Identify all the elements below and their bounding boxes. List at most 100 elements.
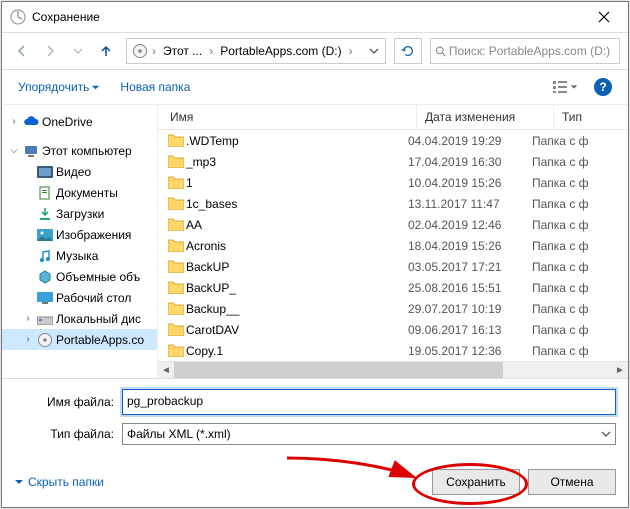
- tree-item-downloads[interactable]: Загрузки: [2, 203, 157, 224]
- view-options[interactable]: [550, 75, 580, 99]
- drive-icon: [131, 42, 149, 60]
- drive-icon: [37, 311, 53, 327]
- breadcrumb-segment[interactable]: PortableApps.com (D:): [216, 42, 345, 60]
- tree-item-images[interactable]: Изображения: [2, 224, 157, 245]
- scroll-right-icon[interactable]: ►: [612, 362, 628, 378]
- file-name: BackUP: [186, 260, 408, 274]
- file-type: Папка с ф: [532, 281, 589, 295]
- folder-icon: [168, 238, 186, 254]
- file-date: 09.06.2017 16:13: [408, 323, 532, 337]
- save-button[interactable]: Сохранить: [432, 469, 520, 495]
- chevron-right-icon: ›: [208, 44, 214, 58]
- file-name: 1: [186, 176, 408, 190]
- file-type: Папка с ф: [532, 302, 589, 316]
- refresh-button[interactable]: [394, 38, 422, 64]
- scroll-left-icon[interactable]: ◄: [158, 362, 174, 378]
- tree-item-desktop[interactable]: Рабочий стол: [2, 287, 157, 308]
- file-row[interactable]: _mp317.04.2019 16:30Папка с ф: [158, 151, 628, 172]
- tree-item-documents[interactable]: Документы: [2, 182, 157, 203]
- recent-dropdown[interactable]: [66, 39, 90, 63]
- file-type: Папка с ф: [532, 155, 589, 169]
- file-row[interactable]: BackUP03.05.2017 17:21Папка с ф: [158, 256, 628, 277]
- file-date: 18.04.2019 15:26: [408, 239, 532, 253]
- app-icon: [10, 9, 26, 25]
- search-box[interactable]: [430, 38, 620, 64]
- file-type: Папка с ф: [532, 218, 589, 232]
- organize-label: Упорядочить: [18, 80, 89, 94]
- tree-item-local-disk[interactable]: ›Локальный дис: [2, 308, 157, 329]
- file-row[interactable]: 1c_bases13.11.2017 11:47Папка с ф: [158, 193, 628, 214]
- close-button[interactable]: [582, 2, 626, 32]
- col-name[interactable]: Имя: [162, 105, 417, 129]
- file-type: Папка с ф: [532, 323, 589, 337]
- file-date: 03.05.2017 17:21: [408, 260, 532, 274]
- tree-item-onedrive[interactable]: ›OneDrive: [2, 111, 157, 132]
- file-name: _mp3: [186, 155, 408, 169]
- file-name: .WDTemp: [186, 134, 408, 148]
- tree-item-portableapps[interactable]: ›PortableApps.co: [2, 329, 157, 350]
- col-date[interactable]: Дата изменения: [417, 105, 554, 129]
- file-row[interactable]: CarotDAV09.06.2017 16:13Папка с ф: [158, 319, 628, 340]
- col-type[interactable]: Тип: [554, 105, 628, 129]
- file-name: AA: [186, 218, 408, 232]
- folder-icon: [168, 196, 186, 212]
- filename-input[interactable]: [123, 390, 615, 412]
- help-button[interactable]: ?: [588, 75, 618, 99]
- drive-icon: [37, 332, 53, 348]
- chevron-down-icon[interactable]: [369, 46, 381, 56]
- chevron-down-icon: [14, 477, 24, 487]
- music-icon: [37, 248, 53, 264]
- up-button[interactable]: [94, 39, 118, 63]
- folder-icon: [168, 154, 186, 170]
- organize-menu[interactable]: Упорядочить: [12, 77, 106, 97]
- folder-icon: [168, 322, 186, 338]
- tree-item-music[interactable]: Музыка: [2, 245, 157, 266]
- forward-button[interactable]: [38, 39, 62, 63]
- tree-item-video[interactable]: Видео: [2, 161, 157, 182]
- hide-folders-toggle[interactable]: Скрыть папки: [14, 475, 104, 489]
- file-row[interactable]: Backup__29.07.2017 10:19Папка с ф: [158, 298, 628, 319]
- folder-icon: [168, 175, 186, 191]
- file-date: 04.04.2019 19:29: [408, 134, 532, 148]
- chevron-down-icon: [601, 429, 611, 439]
- search-input[interactable]: [447, 43, 615, 59]
- file-row[interactable]: 110.04.2019 15:26Папка с ф: [158, 172, 628, 193]
- horizontal-scrollbar[interactable]: ◄ ►: [158, 361, 628, 378]
- titlebar: Сохранение: [2, 2, 628, 32]
- new-folder-button[interactable]: Новая папка: [114, 77, 196, 97]
- scrollbar-thumb[interactable]: [174, 362, 503, 378]
- breadcrumb[interactable]: › Этот ... › PortableApps.com (D:) ›: [126, 38, 386, 64]
- breadcrumb-segment[interactable]: Этот ...: [159, 42, 206, 60]
- button-row: Скрыть папки Сохранить Отмена: [2, 463, 628, 507]
- toolbar: Упорядочить Новая папка ?: [2, 70, 628, 105]
- file-date: 19.05.2017 12:36: [408, 344, 532, 358]
- file-row[interactable]: AA02.04.2019 12:46Папка с ф: [158, 214, 628, 235]
- navigation-tree: ›OneDrive ⌵Этот компьютер Видео Документ…: [2, 105, 158, 378]
- window-title: Сохранение: [32, 10, 582, 24]
- cube-icon: [37, 269, 53, 285]
- tree-item-3d-objects[interactable]: Объемные объ: [2, 266, 157, 287]
- video-icon: [37, 164, 53, 180]
- file-date: 13.11.2017 11:47: [408, 197, 532, 211]
- filetype-select[interactable]: Файлы XML (*.xml): [122, 423, 616, 445]
- back-button[interactable]: [10, 39, 34, 63]
- folder-icon: [168, 133, 186, 149]
- search-icon: [435, 45, 447, 58]
- desktop-icon: [37, 290, 53, 306]
- file-type: Папка с ф: [532, 134, 589, 148]
- file-row[interactable]: Copy.119.05.2017 12:36Папка с ф: [158, 340, 628, 361]
- file-row[interactable]: .WDTemp04.04.2019 19:29Папка с ф: [158, 130, 628, 151]
- file-date: 17.04.2019 16:30: [408, 155, 532, 169]
- file-row[interactable]: Acronis18.04.2019 15:26Папка с ф: [158, 235, 628, 256]
- form-area: Имя файла: Тип файла: Файлы XML (*.xml): [2, 378, 628, 463]
- file-name: Backup__: [186, 302, 408, 316]
- tree-item-this-pc[interactable]: ⌵Этот компьютер: [2, 140, 157, 161]
- column-headers[interactable]: Имя Дата изменения Тип: [158, 105, 628, 130]
- file-row[interactable]: BackUP_25.08.2016 15:51Папка с ф: [158, 277, 628, 298]
- filename-label: Имя файла:: [14, 395, 122, 409]
- cancel-button[interactable]: Отмена: [528, 469, 616, 495]
- help-icon: ?: [594, 78, 612, 96]
- file-name: BackUP_: [186, 281, 408, 295]
- file-type: Папка с ф: [532, 260, 589, 274]
- folder-icon: [168, 259, 186, 275]
